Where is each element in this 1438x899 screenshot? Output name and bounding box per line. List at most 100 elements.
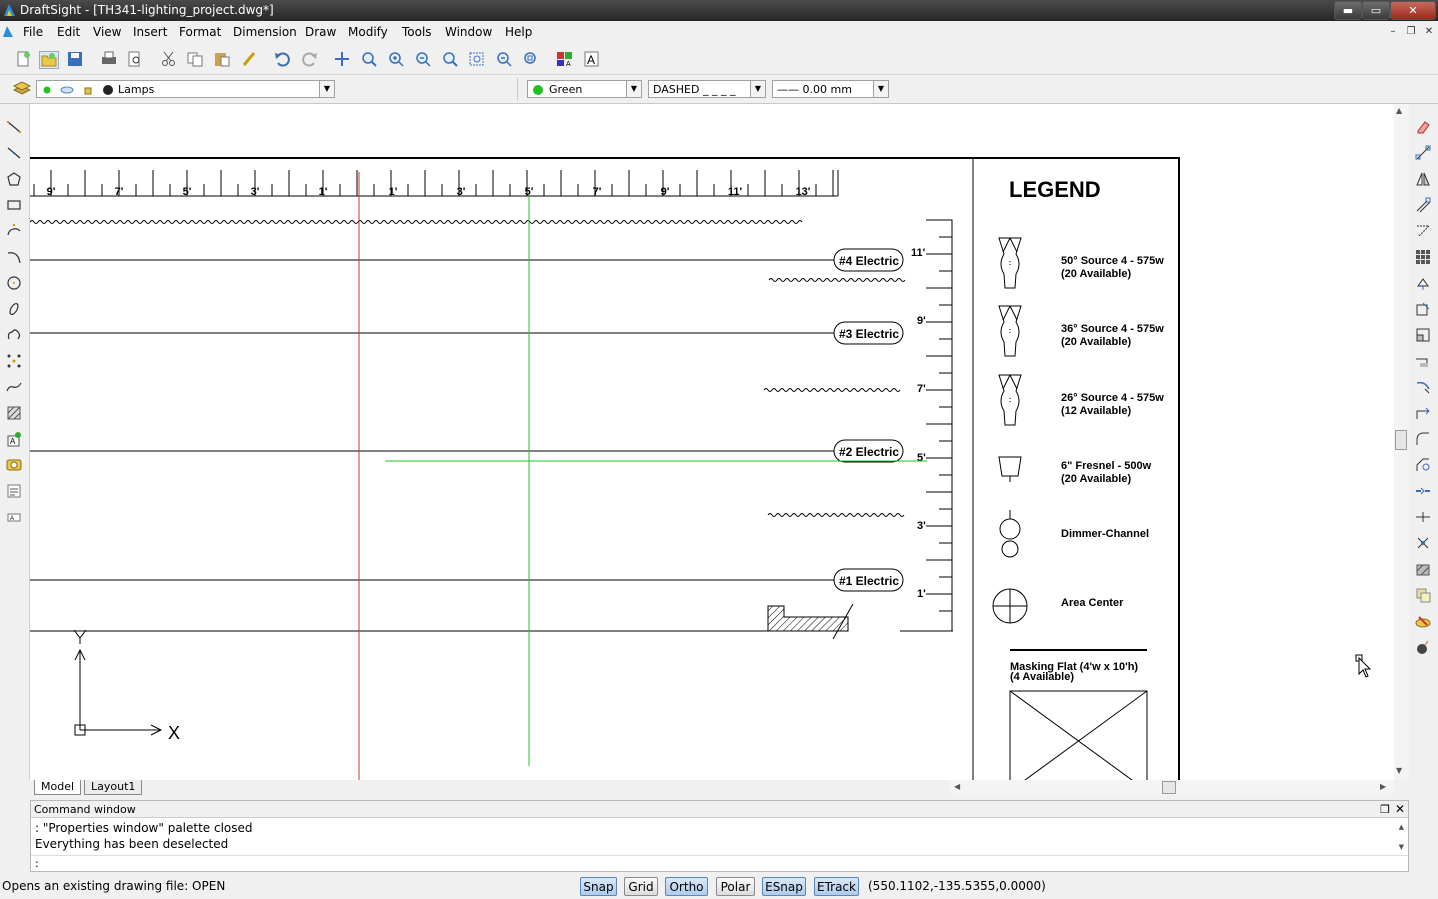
chevron-down-icon[interactable]: ▼ <box>319 81 334 97</box>
cut-icon[interactable] <box>160 51 178 67</box>
menu-modify[interactable]: Modify <box>348 25 388 39</box>
menu-view[interactable]: View <box>93 25 121 39</box>
rectangle-icon[interactable] <box>6 197 22 213</box>
move-icon[interactable] <box>1415 275 1431 291</box>
spline-arc-icon[interactable] <box>6 249 22 265</box>
block-insert-icon[interactable]: A <box>6 431 22 447</box>
stretch-icon[interactable] <box>1415 353 1431 369</box>
tab-model[interactable]: Model <box>34 780 82 795</box>
line-icon[interactable] <box>6 119 22 135</box>
chamfer-icon[interactable] <box>1415 457 1431 473</box>
point-icon[interactable] <box>6 353 22 369</box>
rotate-icon[interactable] <box>1415 301 1431 317</box>
menu-format[interactable]: Format <box>179 25 221 39</box>
text-style-icon[interactable]: A <box>583 51 601 67</box>
close-button[interactable]: ✕ <box>1390 1 1436 20</box>
break-icon[interactable] <box>1415 509 1431 525</box>
block-icon[interactable] <box>6 457 22 473</box>
scroll-right-icon[interactable]: ▶ <box>1380 782 1386 791</box>
zoom-previous-icon[interactable] <box>441 51 459 67</box>
menu-help[interactable]: Help <box>505 25 532 39</box>
zoom-in-icon[interactable] <box>387 51 405 67</box>
menu-file[interactable]: File <box>23 25 43 39</box>
snap-toggle[interactable]: Snap <box>580 877 617 896</box>
doc-minimize-button[interactable]: – <box>1386 25 1400 39</box>
grid-toggle[interactable]: Grid <box>624 877 658 896</box>
redo-icon[interactable] <box>301 51 319 67</box>
note-icon[interactable]: A <box>6 509 22 525</box>
mirror-icon[interactable] <box>1415 171 1431 187</box>
array-icon[interactable] <box>1415 249 1431 265</box>
polyline-icon[interactable] <box>6 145 22 161</box>
scroll-down-icon[interactable]: ▼ <box>1396 766 1402 775</box>
scroll-up-icon[interactable]: ▲ <box>1399 823 1404 831</box>
polar-toggle[interactable]: Polar <box>716 877 755 896</box>
layer-dropdown[interactable]: Lamps ▼ <box>36 80 335 98</box>
menu-insert[interactable]: Insert <box>133 25 167 39</box>
scroll-down-icon[interactable]: ▼ <box>1399 843 1404 851</box>
edit-hatch-icon[interactable] <box>1415 561 1431 577</box>
print-icon[interactable] <box>100 51 118 67</box>
lineweight-dropdown[interactable]: —— 0.00 mm ▼ <box>772 80 889 98</box>
copy-icon[interactable] <box>186 51 204 67</box>
attribute-icon[interactable]: A <box>556 51 574 67</box>
offset-icon[interactable] <box>1415 197 1431 213</box>
chevron-down-icon[interactable]: ▼ <box>873 81 888 97</box>
layer-manager-icon[interactable] <box>13 80 31 96</box>
spline-icon[interactable] <box>6 379 22 395</box>
pan-icon[interactable] <box>333 51 351 67</box>
circle-icon[interactable] <box>6 275 22 291</box>
vertical-scroll-thumb[interactable] <box>1395 430 1407 450</box>
fillet-icon[interactable] <box>1415 431 1431 447</box>
scroll-up-icon[interactable]: ▲ <box>1396 106 1402 115</box>
color-dropdown[interactable]: Green ▼ <box>527 80 642 98</box>
esnap-toggle[interactable]: ESnap <box>762 877 806 896</box>
horizontal-scrollbar[interactable]: ◀ ▶ <box>950 780 1394 795</box>
extend-icon[interactable] <box>1415 405 1431 421</box>
trim-icon[interactable] <box>1415 379 1431 395</box>
cloud-icon[interactable] <box>6 327 22 343</box>
pattern-icon[interactable] <box>1415 223 1431 239</box>
polygon-icon[interactable] <box>6 171 22 187</box>
scale-icon[interactable] <box>1415 327 1431 343</box>
zoom-window-icon[interactable] <box>468 51 486 67</box>
new-icon[interactable] <box>14 51 32 67</box>
ortho-toggle[interactable]: Ortho <box>665 877 708 896</box>
erase-icon[interactable] <box>1415 119 1431 135</box>
save-icon[interactable] <box>66 51 84 67</box>
explode-icon[interactable] <box>1415 535 1431 551</box>
zoom-fit-icon[interactable] <box>495 51 513 67</box>
drawing[interactable]: 9' 7' 5' 3' 1' 1' 3' 5' 7' 9' 11' 13' #4… <box>30 104 1394 780</box>
zoom-out-icon[interactable] <box>414 51 432 67</box>
vertical-scrollbar[interactable]: ▲ ▼ <box>1394 104 1409 780</box>
ellipse-icon[interactable] <box>6 301 22 317</box>
arc-icon[interactable] <box>6 223 22 239</box>
scroll-left-icon[interactable]: ◀ <box>954 782 960 791</box>
doc-close-button[interactable]: ✕ <box>1422 25 1436 39</box>
format-painter-icon[interactable] <box>241 51 259 67</box>
zoom-all-icon[interactable] <box>522 51 540 67</box>
menu-draw[interactable]: Draw <box>305 25 336 39</box>
menu-tools[interactable]: Tools <box>402 25 432 39</box>
linetype-dropdown[interactable]: DASHED _ _ _ _ ▼ <box>648 80 766 98</box>
chevron-down-icon[interactable]: ▼ <box>626 81 641 97</box>
copy-entity-icon[interactable] <box>1415 145 1431 161</box>
join-icon[interactable] <box>1415 483 1431 499</box>
undo-icon[interactable] <box>273 51 291 67</box>
minimize-button[interactable]: ▬ <box>1334 1 1362 20</box>
bomb-icon[interactable] <box>1415 639 1431 655</box>
menu-dimension[interactable]: Dimension <box>233 25 297 39</box>
layer-icon[interactable] <box>1415 587 1431 603</box>
etrack-toggle[interactable]: ETrack <box>814 877 859 896</box>
chevron-down-icon[interactable]: ▼ <box>750 81 765 97</box>
menu-edit[interactable]: Edit <box>57 25 80 39</box>
paste-icon[interactable] <box>213 51 231 67</box>
maximize-button[interactable]: ▭ <box>1362 1 1390 20</box>
print-preview-icon[interactable] <box>126 51 144 67</box>
command-prompt-input[interactable]: : <box>35 857 39 870</box>
menu-window[interactable]: Window <box>445 25 492 39</box>
float-window-icon[interactable]: ❐ <box>1380 801 1390 818</box>
horizontal-scroll-thumb[interactable] <box>1162 781 1176 794</box>
properties-icon[interactable] <box>1415 613 1431 629</box>
open-icon[interactable] <box>39 51 59 69</box>
